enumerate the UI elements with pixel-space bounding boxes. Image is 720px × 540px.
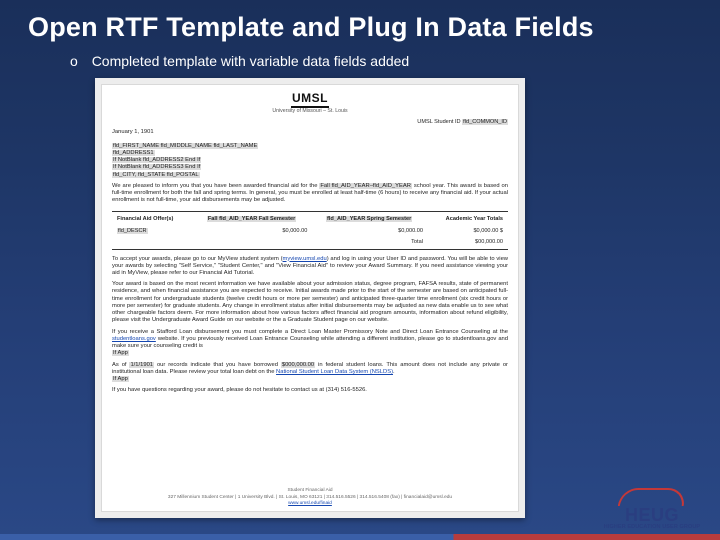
umsl-logo: UMSL — [291, 91, 329, 108]
accent-bar — [0, 534, 720, 540]
heug-swoosh-icon — [618, 488, 687, 506]
p5b: our records indicate that you have borro… — [154, 362, 281, 368]
p5d: . — [393, 369, 395, 375]
doc-footer: Student Financial Aid 327 Millennium Stu… — [112, 488, 508, 507]
p1-year: Fall fld_AID_YEAR–fld_AID_YEAR — [319, 183, 412, 189]
student-id-row: UMSL Student ID fld_COMMON_ID — [112, 119, 508, 126]
nslds-link: National Student Loan Data System (NSLDS… — [276, 369, 393, 375]
id-field: fld_COMMON_ID — [462, 119, 508, 125]
p4b: website. If you previously received Loan… — [112, 336, 508, 349]
paragraph-contact: If you have questions regarding your awa… — [112, 387, 508, 394]
p5-ifapp: If App — [112, 376, 129, 382]
slide: Open RTF Template and Plug In Data Field… — [0, 0, 720, 540]
paragraph-intro: We are pleased to inform you that you ha… — [112, 183, 508, 205]
footer-line2: 327 Millennium Student Center | 1 Univer… — [112, 495, 508, 501]
addr-line1: fld_ADDRESS1 — [112, 150, 155, 156]
p2a: To accept your awards, please go to our … — [112, 256, 283, 262]
paragraph-basis: Your award is based on the most recent i… — [112, 281, 508, 324]
cell-year: $0,000.00 $ — [428, 227, 506, 236]
footer-link: www.umsl.edu/finaid — [112, 501, 508, 507]
addr-name: fld_FIRST_NAME fld_MIDDLE_NAME fld_LAST_… — [112, 143, 258, 149]
col-spring: fld_AID_YEAR Spring Semester — [326, 216, 412, 222]
p4a: If you receive a Stafford Loan disbursem… — [112, 329, 508, 335]
paragraph-loans: As of 1/1/1901 our records indicate that… — [112, 362, 508, 384]
address-block: fld_FIRST_NAME fld_MIDDLE_NAME fld_LAST_… — [112, 143, 508, 179]
heug-tagline: HIGHER EDUCATION USER GROUP — [604, 524, 700, 530]
addr-line2: If NotBlank fld_ADDRESS2 End If — [112, 157, 201, 163]
col-offers: Financial Aid Offer(s) — [114, 214, 191, 225]
cell-spring: $0,000.00 — [312, 227, 426, 236]
table-row: fld_DESCR $0,000.00 $0,000.00 $0,000.00 … — [114, 227, 506, 236]
addr-city: fld_CITY, fld_STATE fld_POSTAL — [112, 172, 200, 178]
p1a: We are pleased to inform you that you ha… — [112, 183, 319, 189]
myview-link: myview.umsl.edu — [283, 256, 327, 262]
heug-logo: HEUG HIGHER EDUCATION USER GROUP — [600, 486, 704, 530]
table-total-row: Total $00,000.00 — [114, 238, 506, 247]
paragraph-stafford: If you receive a Stafford Loan disbursem… — [112, 329, 508, 358]
slide-title: Open RTF Template and Plug In Data Field… — [0, 0, 720, 53]
bullet-glyph: o — [70, 53, 78, 69]
col-fall: Fall fld_AID_YEAR Fall Semester — [207, 216, 296, 222]
rtf-document: UMSL University of Missouri – St. Louis … — [101, 84, 519, 512]
paragraph-accept: To accept your awards, please go to our … — [112, 256, 508, 278]
total-value: $00,000.00 — [428, 238, 506, 247]
bullet-item: o Completed template with variable data … — [0, 53, 720, 69]
id-label: UMSL Student ID — [417, 119, 460, 125]
row-descr: fld_DESCR — [117, 228, 148, 234]
p4-ifapp: If App — [112, 350, 129, 356]
cell-fall: $0,000.00 — [193, 227, 310, 236]
letter-date: January 1, 1901 — [112, 129, 508, 136]
studentloans-link: studentloans.gov — [112, 336, 156, 342]
p5-amt: $000,000.00 — [281, 362, 315, 368]
financial-table: Financial Aid Offer(s) Fall fld_AID_YEAR… — [112, 211, 508, 250]
bullet-text: Completed template with variable data fi… — [92, 53, 410, 69]
doc-header: UMSL — [112, 91, 508, 108]
p5-date: 1/1/1901 — [129, 362, 154, 368]
p5a: As of — [112, 362, 129, 368]
doc-subtitle: University of Missouri – St. Louis — [112, 108, 508, 115]
col-totals: Academic Year Totals — [428, 214, 506, 225]
heug-brand: HEUG — [625, 506, 679, 524]
total-label: Total — [312, 238, 426, 247]
table-header-row: Financial Aid Offer(s) Fall fld_AID_YEAR… — [114, 214, 506, 225]
document-screenshot: UMSL University of Missouri – St. Louis … — [95, 78, 525, 518]
addr-line3: If NotBlank fld_ADDRESS3 End If — [112, 164, 201, 170]
